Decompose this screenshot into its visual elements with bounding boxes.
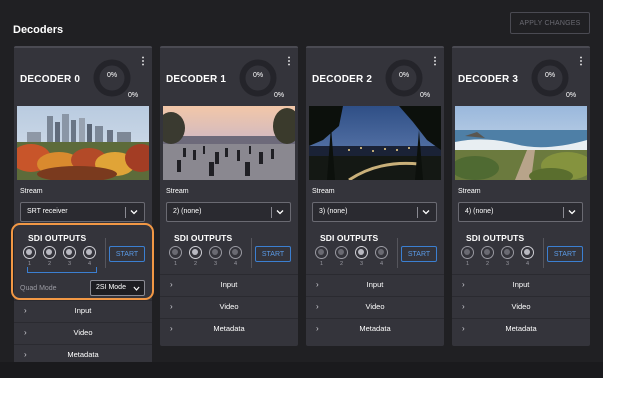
input-section[interactable]: › Input [306,274,444,295]
gauge-percent: 0% [252,72,264,79]
apply-changes-button[interactable]: APPLY CHANGES [510,12,590,34]
sdi-outputs-title: SDI OUTPUTS [174,233,233,243]
video-thumbnail [17,106,149,180]
stream-select[interactable]: SRT receiver [20,202,145,222]
start-button[interactable]: START [547,246,583,262]
page-title: Decoders [13,24,64,36]
chevron-down-icon [130,210,138,215]
sdi-port-1[interactable]: 1 [168,246,183,267]
bottom-strip [0,362,603,378]
sdi-ports: 1 2 3 4 [314,246,398,270]
sdi-port-3[interactable]: 3 [500,246,515,267]
more-options-icon[interactable]: ⋮ [284,57,294,67]
input-section[interactable]: › Input [160,274,298,295]
port-ring-icon [189,246,202,259]
port-ring-icon [481,246,494,259]
decoder-title: DECODER 2 [312,74,373,85]
sdi-port-4[interactable]: 4 [374,246,389,267]
chevron-down-icon [276,210,284,215]
port-ring-icon [315,246,328,259]
stream-label: Stream [20,188,43,195]
stream-select[interactable]: 4) (none) [458,202,583,222]
sdi-outputs-highlight [11,223,154,300]
gauge-percent: 0% [106,72,118,79]
video-section[interactable]: › Video [452,296,590,317]
sdi-port-1[interactable]: 1 [460,246,475,267]
stream-select[interactable]: 2) (none) [166,202,291,222]
sdi-port-1[interactable]: 1 [314,246,329,267]
port-ring-icon [375,246,388,259]
port-ring-icon [355,246,368,259]
port-ring-icon [169,246,182,259]
gauge-subpercent: 0% [566,92,577,99]
sdi-port-2[interactable]: 2 [188,246,203,267]
start-button[interactable]: START [401,246,437,262]
chevron-down-icon [422,210,430,215]
port-ring-icon [521,246,534,259]
sdi-port-2[interactable]: 2 [480,246,495,267]
video-section[interactable]: › Video [14,322,152,343]
decoder-title: DECODER 1 [166,74,227,85]
select-divider [271,207,272,218]
stream-label: Stream [166,188,189,195]
sdi-port-3[interactable]: 3 [208,246,223,267]
stream-select-value: 4) (none) [465,208,494,215]
decoder-card-2: DECODER 2 0% 0% ⋮ Stream 3) (none) SDI O… [306,46,444,346]
port-ring-icon [461,246,474,259]
sdi-port-4[interactable]: 4 [228,246,243,267]
metadata-section[interactable]: › Metadata [306,318,444,339]
sdi-ports: 1 2 3 4 [168,246,252,270]
sdi-port-2[interactable]: 2 [334,246,349,267]
decoder-card-0: DECODER 0 0% 0% ⋮ Stream SRT receiver SD… [14,46,152,372]
metadata-section[interactable]: › Metadata [160,318,298,339]
gauge-subpercent: 0% [128,92,139,99]
video-section[interactable]: › Video [306,296,444,317]
gauge-subpercent: 0% [274,92,285,99]
start-button[interactable]: START [255,246,291,262]
stream-select[interactable]: 3) (none) [312,202,437,222]
sdi-port-4[interactable]: 4 [520,246,535,267]
select-divider [563,207,564,218]
port-ring-icon [229,246,242,259]
chevron-down-icon [568,210,576,215]
stream-label: Stream [458,188,481,195]
port-ring-icon [209,246,222,259]
stream-select-value: SRT receiver [27,208,68,215]
input-section[interactable]: › Input [14,300,152,321]
gauge-subpercent: 0% [420,92,431,99]
select-divider [417,207,418,218]
stream-select-value: 3) (none) [319,208,348,215]
video-section[interactable]: › Video [160,296,298,317]
more-options-icon[interactable]: ⋮ [430,57,440,67]
video-thumbnail [455,106,587,180]
sdi-outputs-title: SDI OUTPUTS [320,233,379,243]
decoders-app: Decoders APPLY CHANGES DECODER 0 0% 0% ⋮ [0,0,603,378]
metadata-section[interactable]: › Metadata [452,318,590,339]
gauge-percent: 0% [398,72,410,79]
sdi-divider [543,238,544,268]
sdi-port-3[interactable]: 3 [354,246,369,267]
decoder-card-3: DECODER 3 0% 0% ⋮ Stream 4) (none) SDI O… [452,46,590,346]
video-thumbnail [309,106,441,180]
sdi-ports: 1 2 3 4 [460,246,544,270]
sdi-divider [251,238,252,268]
decoder-card-1: DECODER 1 0% 0% ⋮ Stream 2) (none) SDI O… [160,46,298,346]
video-thumbnail [163,106,295,180]
decoder-title: DECODER 0 [20,74,81,85]
port-ring-icon [501,246,514,259]
stream-select-value: 2) (none) [173,208,202,215]
gauge-percent: 0% [544,72,556,79]
select-divider [125,207,126,218]
sdi-outputs-title: SDI OUTPUTS [466,233,525,243]
sdi-divider [397,238,398,268]
more-options-icon[interactable]: ⋮ [576,57,586,67]
decoder-title: DECODER 3 [458,74,519,85]
stream-label: Stream [312,188,335,195]
port-ring-icon [335,246,348,259]
more-options-icon[interactable]: ⋮ [138,57,148,67]
input-section[interactable]: › Input [452,274,590,295]
